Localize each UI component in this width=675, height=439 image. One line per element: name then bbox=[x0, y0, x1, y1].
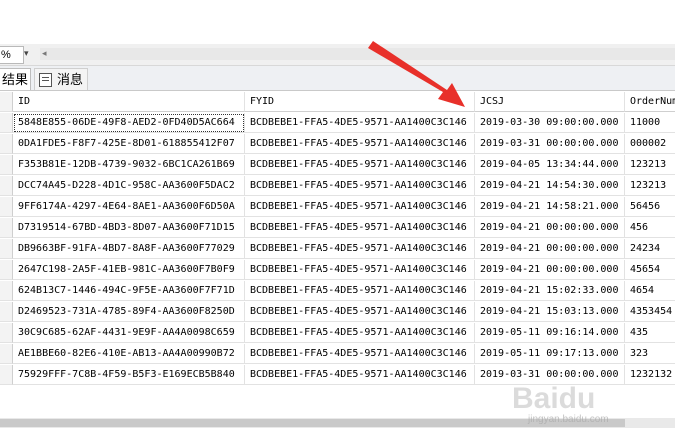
watermark-logo: Baidu bbox=[512, 382, 595, 416]
watermark-url: jingyan.baidu.com bbox=[528, 414, 609, 425]
red-arrow-icon bbox=[368, 41, 465, 107]
annotation-arrow bbox=[0, 0, 675, 439]
